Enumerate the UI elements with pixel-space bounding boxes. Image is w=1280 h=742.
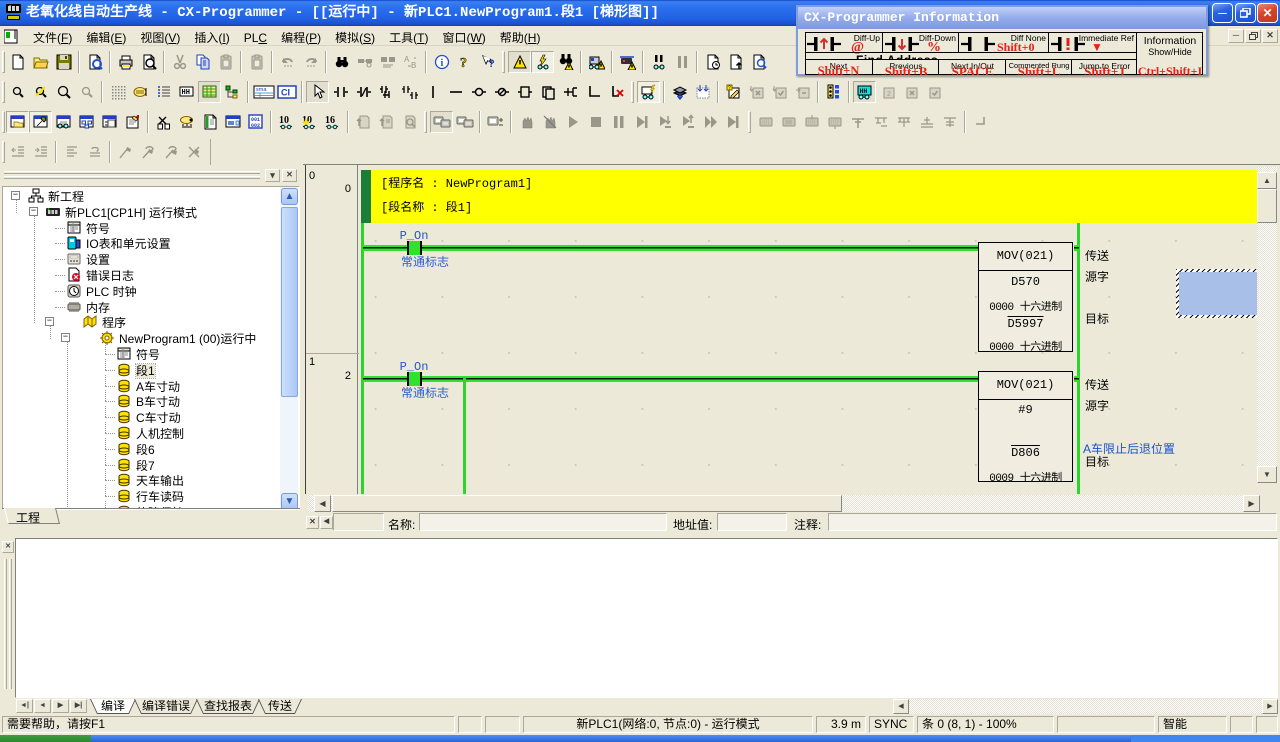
- svg-text:16: 16: [325, 115, 335, 126]
- svg-text:sma: sma: [256, 87, 267, 93]
- svg-text:2: 2: [887, 91, 891, 98]
- svg-text:?: ?: [728, 86, 731, 92]
- svg-text:CI: CI: [281, 88, 290, 98]
- svg-text:HH: HH: [181, 89, 189, 97]
- svg-text:HH: HH: [859, 88, 867, 95]
- svg-text:002: 002: [251, 123, 260, 129]
- svg-text:A: A: [404, 55, 410, 64]
- svg-text:10: 10: [279, 115, 289, 126]
- svg-text:?: ?: [488, 58, 495, 70]
- svg-text:B: B: [411, 61, 416, 70]
- svg-text:i: i: [440, 58, 443, 69]
- svg-text:?: ?: [460, 56, 467, 70]
